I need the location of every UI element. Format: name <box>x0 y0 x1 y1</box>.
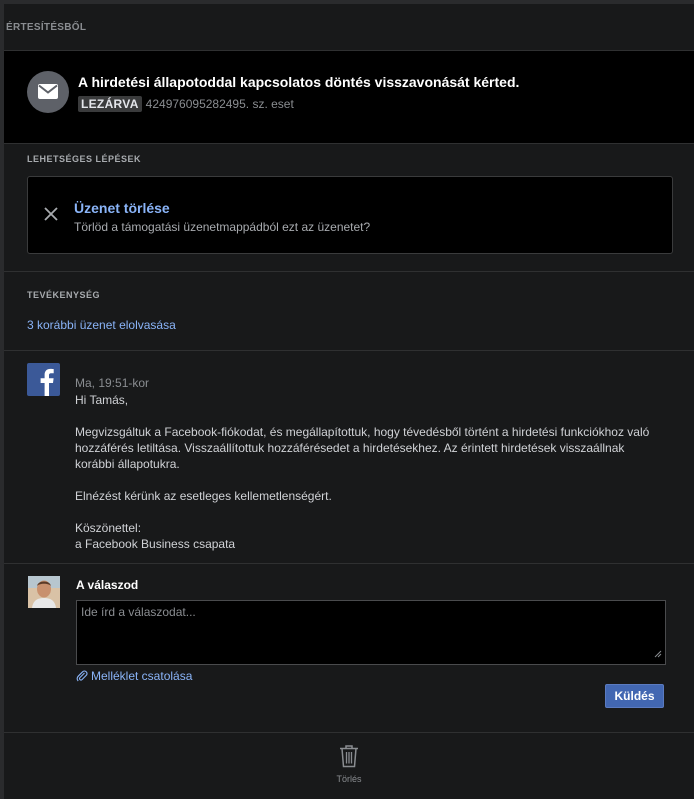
case-number: 424976095282495. sz. eset <box>145 97 294 111</box>
envelope-icon <box>27 71 69 113</box>
message-body: Hi Tamás, Megvizsgáltuk a Facebook-fióko… <box>75 392 665 552</box>
status-badge: LEZÁRVA <box>78 96 142 112</box>
paperclip-icon <box>76 670 88 682</box>
reply-section: A válaszod Melléklet csatolása Küldés <box>4 564 694 733</box>
reply-input[interactable] <box>76 600 666 665</box>
message-greeting: Hi Tamás, <box>75 393 129 407</box>
delete-message-title[interactable]: Üzenet törlése <box>74 200 170 216</box>
attach-file-label: Melléklet csatolása <box>91 669 193 683</box>
message-paragraph-2: Elnézést kérünk az esetleges kellemetlen… <box>75 489 332 503</box>
message-paragraph-1-line-1: Megvizsgáltuk a Facebook-fiókodat, és me… <box>75 425 650 439</box>
delete-message-description: Törlöd a támogatási üzenetmappádból ezt … <box>74 220 371 234</box>
support-inbox-panel: ÉRTESÍTÉSBŐL A hirdetési állapotoddal ka… <box>4 4 694 799</box>
avatar <box>28 576 60 608</box>
attach-file-link[interactable]: Melléklet csatolása <box>76 669 192 683</box>
close-icon <box>44 207 58 221</box>
facebook-logo-icon <box>27 363 60 396</box>
possible-steps-section: LEHETSÉGES LÉPÉSEK Üzenet törlése Törlöd… <box>4 144 694 272</box>
message-timestamp: Ma, 19:51-kor <box>75 376 150 390</box>
panel-title: ÉRTESÍTÉSBŐL <box>6 21 87 33</box>
possible-steps-label: LEHETSÉGES LÉPÉSEK <box>27 154 142 164</box>
message-item: Ma, 19:51-kor Hi Tamás, Megvizsgáltuk a … <box>4 351 694 564</box>
case-summary: A hirdetési állapotoddal kapcsolatos dön… <box>4 51 694 144</box>
message-signature: a Facebook Business csapata <box>75 537 236 551</box>
send-button[interactable]: Küldés <box>605 684 664 708</box>
previous-messages-link[interactable]: 3 korábbi üzenet elolvasása <box>27 318 176 332</box>
delete-label[interactable]: Törlés <box>4 774 694 784</box>
panel-header: ÉRTESÍTÉSBŐL <box>4 4 694 51</box>
trash-icon[interactable] <box>338 744 360 768</box>
message-closing: Köszönettel: <box>75 521 142 535</box>
activity-section: TEVÉKENYSÉG 3 korábbi üzenet elolvasása <box>4 272 694 351</box>
delete-message-action[interactable]: Üzenet törlése Törlöd a támogatási üzene… <box>27 176 673 254</box>
case-meta: LEZÁRVA 424976095282495. sz. eset <box>78 96 294 112</box>
reply-label: A válaszod <box>76 578 139 592</box>
footer-actions: Törlés <box>4 733 694 799</box>
case-title: A hirdetési állapotoddal kapcsolatos dön… <box>78 74 520 90</box>
message-paragraph-1-line-2: hozzáférés letiltása. Visszaállítottuk h… <box>75 441 625 455</box>
resize-handle-icon[interactable] <box>654 650 662 658</box>
activity-label: TEVÉKENYSÉG <box>27 290 101 300</box>
message-paragraph-1-line-3: korábbi állapotukra. <box>75 457 180 471</box>
